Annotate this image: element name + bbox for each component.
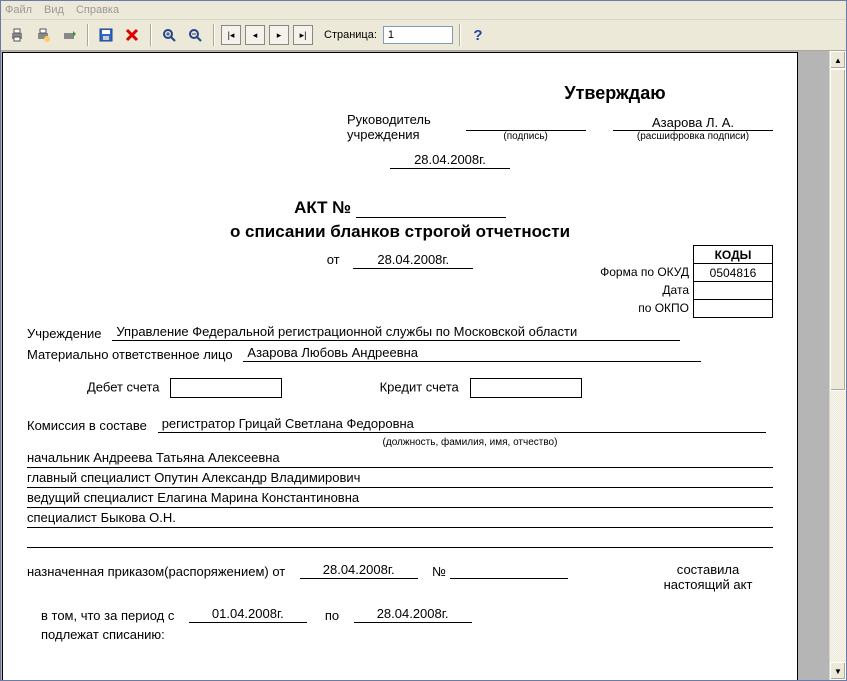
codes-labels: Форма по ОКУД Дата по ОКПО xyxy=(600,245,689,317)
committee-member-3: ведущий специалист Елагина Марина Конста… xyxy=(27,490,773,508)
scroll-track[interactable] xyxy=(830,69,846,662)
zoom-in-button[interactable] xyxy=(157,23,181,47)
approval-block: Утверждаю Руководитель учреждения (подпи… xyxy=(347,83,773,169)
period-to-label: по xyxy=(325,608,339,623)
okud-value: 0504816 xyxy=(694,264,773,282)
org-value: Управление Федеральной регистрационной с… xyxy=(112,324,680,341)
committee-caption: (должность, фамилия, имя, отчество) xyxy=(167,437,773,448)
vertical-scrollbar[interactable]: ▲ ▼ xyxy=(829,51,846,680)
committee-member-1: начальник Андреева Татьяна Алексеевна xyxy=(27,450,773,468)
signature-line xyxy=(466,115,586,131)
chevron-down-icon: ▼ xyxy=(834,667,842,676)
document-area: Утверждаю Руководитель учреждения (подпи… xyxy=(1,51,846,680)
from-date: 28.04.2008г. xyxy=(353,252,473,269)
document-page: Утверждаю Руководитель учреждения (подпи… xyxy=(2,52,798,680)
act-subtitle: о списании бланков строгой отчетности xyxy=(27,222,773,242)
scroll-up-button[interactable]: ▲ xyxy=(830,51,846,69)
act-title-prefix: АКТ № xyxy=(294,198,351,217)
committee-member-4: специалист Быкова О.Н. xyxy=(27,510,773,528)
print-button[interactable] xyxy=(5,23,29,47)
committee-member-2: главный специалист Опутин Александр Влад… xyxy=(27,470,773,488)
save-button[interactable] xyxy=(94,23,118,47)
okpo-value xyxy=(694,300,773,318)
help-icon: ? xyxy=(473,27,482,44)
approver-name-caption: (расшифровка подписи) xyxy=(613,131,773,142)
order-no-value xyxy=(450,562,568,579)
zoom-in-icon xyxy=(161,27,177,43)
approver-name: Азарова Л. А. xyxy=(613,115,773,131)
made-label-1: составила xyxy=(643,562,773,577)
toolbar-separator xyxy=(87,24,88,46)
zoom-out-icon xyxy=(187,27,203,43)
toolbar-separator xyxy=(213,24,214,46)
menu-view[interactable]: Вид xyxy=(44,4,64,16)
page-input[interactable] xyxy=(383,26,453,44)
committee-label: Комиссия в составе xyxy=(27,418,147,433)
resp-value: Азарова Любовь Андреевна xyxy=(243,345,701,362)
toolbar-separator xyxy=(459,24,460,46)
credit-label: Кредит счета xyxy=(380,379,459,394)
close-button[interactable] xyxy=(120,23,144,47)
period-to: 28.04.2008г. xyxy=(354,606,472,623)
prev-page-button[interactable]: ◂ xyxy=(245,25,265,45)
scroll-down-button[interactable]: ▼ xyxy=(830,662,846,680)
head-label: Руководитель учреждения xyxy=(347,112,447,142)
act-title-line: АКТ № xyxy=(27,197,773,218)
codes-header: КОДЫ xyxy=(694,246,773,264)
close-icon xyxy=(124,27,140,43)
prev-page-icon: ◂ xyxy=(253,30,258,41)
help-button[interactable]: ? xyxy=(466,23,490,47)
last-page-button[interactable]: ▸| xyxy=(293,25,313,45)
print-icon xyxy=(9,27,25,43)
order-date: 28.04.2008г. xyxy=(300,562,418,579)
print-setup-icon xyxy=(35,27,51,43)
resp-label: Материально ответственное лицо xyxy=(27,347,233,362)
last-page-icon: ▸| xyxy=(300,30,307,41)
menu-help[interactable]: Справка xyxy=(76,4,119,16)
committee-head: регистратор Грицай Светлана Федоровна xyxy=(158,416,766,433)
toolbar: |◂ ◂ ▸ ▸| Страница: ? xyxy=(1,20,846,51)
okpo-label: по ОКПО xyxy=(600,299,689,317)
page-viewport[interactable]: Утверждаю Руководитель учреждения (подпи… xyxy=(1,51,829,680)
approval-date: 28.04.2008г. xyxy=(390,152,510,169)
okud-label: Форма по ОКУД xyxy=(600,263,689,281)
first-page-icon: |◂ xyxy=(228,30,235,41)
date-value xyxy=(694,282,773,300)
toolbar-separator xyxy=(150,24,151,46)
zoom-out-button[interactable] xyxy=(183,23,207,47)
subject-label: подлежат списанию: xyxy=(41,627,165,642)
next-page-button[interactable]: ▸ xyxy=(269,25,289,45)
signature-caption: (подпись) xyxy=(466,131,586,142)
scroll-thumb[interactable] xyxy=(830,69,846,391)
made-label-2: настоящий акт xyxy=(643,577,773,592)
print-setup-button[interactable] xyxy=(31,23,55,47)
debit-input xyxy=(170,378,282,398)
page-label: Страница: xyxy=(324,29,377,41)
export-icon xyxy=(61,27,77,43)
first-page-button[interactable]: |◂ xyxy=(221,25,241,45)
order-label: назначенная приказом(распоряжением) от xyxy=(27,564,285,579)
menu-file[interactable]: Файл xyxy=(5,4,32,16)
save-icon xyxy=(98,27,114,43)
committee-member-blank xyxy=(27,530,773,548)
period-label: в том, что за период с xyxy=(41,608,174,623)
next-page-icon: ▸ xyxy=(277,30,282,41)
menu-bar: Файл Вид Справка xyxy=(1,1,846,20)
export-button[interactable] xyxy=(57,23,81,47)
codes-table: КОДЫ 0504816 xyxy=(693,245,773,318)
app-window: Файл Вид Справка |◂ ◂ ▸ ▸| С xyxy=(0,0,847,681)
from-label: от xyxy=(327,252,340,267)
chevron-up-icon: ▲ xyxy=(834,56,842,65)
period-from: 01.04.2008г. xyxy=(189,606,307,623)
org-label: Учреждение xyxy=(27,326,102,341)
codes-date-label: Дата xyxy=(600,281,689,299)
debit-label: Дебет счета xyxy=(87,379,160,394)
approval-title: Утверждаю xyxy=(457,83,773,104)
order-no-label: № xyxy=(432,564,446,579)
act-number-line xyxy=(356,197,506,218)
credit-input xyxy=(470,378,582,398)
